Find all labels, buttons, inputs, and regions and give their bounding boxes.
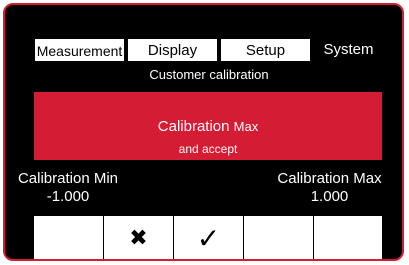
banner-title: Calibration Max <box>34 118 382 135</box>
device-screen: Measurement Display Setup System Custome… <box>3 3 404 261</box>
screen-subtitle: Customer calibration <box>149 67 269 82</box>
calibration-max-value: 1.000 <box>310 188 349 205</box>
tab-system[interactable]: System <box>313 38 384 62</box>
softkey-bar: ✖ ✓ <box>34 216 382 259</box>
softkey-4-button[interactable] <box>244 216 313 259</box>
calibration-banner[interactable]: Calibration Max and accept <box>34 92 382 160</box>
calibration-min-label: Calibration Min <box>17 170 119 187</box>
calibration-min-value: -1.000 <box>46 188 90 205</box>
tab-bar: Measurement Display Setup System <box>34 38 384 62</box>
softkey-5-button[interactable] <box>314 216 382 259</box>
banner-title-text: Calibration <box>157 118 230 135</box>
cancel-button[interactable]: ✖ <box>104 216 173 259</box>
tab-display[interactable]: Display <box>127 38 218 62</box>
cross-icon: ✖ <box>129 225 148 251</box>
accept-button[interactable]: ✓ <box>174 216 243 259</box>
tab-measurement[interactable]: Measurement <box>34 38 125 62</box>
banner-subtitle: and accept <box>178 142 238 156</box>
banner-title-unit: Max <box>233 119 259 134</box>
check-icon: ✓ <box>196 221 221 255</box>
tab-setup[interactable]: Setup <box>220 38 311 62</box>
softkey-1-button[interactable] <box>34 216 103 259</box>
calibration-max-label: Calibration Max <box>277 170 382 187</box>
